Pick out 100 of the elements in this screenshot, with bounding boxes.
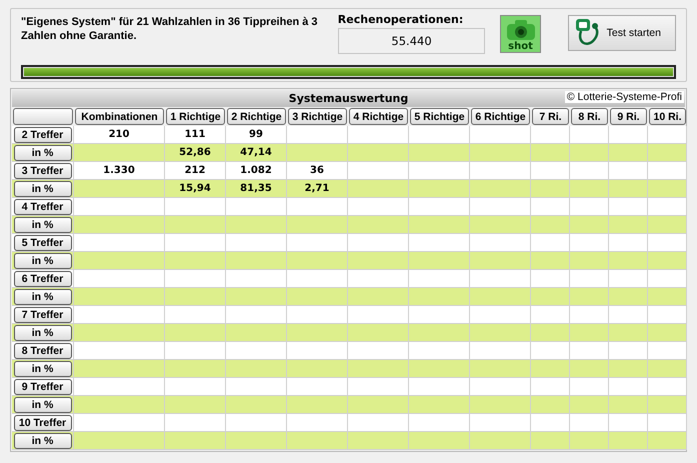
count-cell <box>531 270 570 288</box>
shot-button[interactable]: shot <box>500 15 541 53</box>
copyright-label: © Lotterie-Systeme-Profi <box>564 91 684 103</box>
row-header[interactable]: 10 Treffer <box>14 414 72 430</box>
test-start-button[interactable]: Test starten <box>568 15 676 51</box>
count-cell <box>287 198 348 216</box>
count-cell <box>226 270 287 288</box>
percent-cell <box>648 216 687 234</box>
count-cell <box>409 270 470 288</box>
column-header[interactable]: 4 Richtige <box>349 108 408 125</box>
count-cell <box>409 306 470 324</box>
count-cell <box>470 378 531 396</box>
count-cell <box>348 270 409 288</box>
count-cell <box>409 414 470 432</box>
count-cell <box>165 414 226 432</box>
row-header[interactable]: 5 Treffer <box>14 234 72 250</box>
row-header[interactable]: 7 Treffer <box>14 306 72 322</box>
count-cell <box>648 234 687 252</box>
row-header[interactable]: 3 Treffer <box>14 162 72 178</box>
percent-cell <box>648 396 687 414</box>
row-header[interactable]: in % <box>14 324 72 340</box>
percent-cell <box>470 288 531 306</box>
count-cell <box>470 198 531 216</box>
count-cell <box>287 270 348 288</box>
count-cell <box>570 162 609 180</box>
count-cell <box>165 342 226 360</box>
count-cell <box>226 378 287 396</box>
count-cell <box>165 306 226 324</box>
percent-cell <box>609 396 648 414</box>
percent-cell <box>648 180 687 198</box>
column-header[interactable]: 5 Richtige <box>410 108 469 125</box>
count-cell: 210 <box>74 126 165 144</box>
column-header[interactable]: 6 Richtige <box>471 108 530 125</box>
count-cell: 99 <box>226 126 287 144</box>
count-cell <box>409 162 470 180</box>
row-header[interactable]: 9 Treffer <box>14 378 72 394</box>
row-header[interactable]: 6 Treffer <box>14 270 72 286</box>
count-cell <box>165 270 226 288</box>
percent-cell <box>226 432 287 450</box>
percent-cell <box>409 252 470 270</box>
column-header[interactable]: 7 Ri. <box>532 108 569 125</box>
row-header[interactable]: in % <box>14 432 72 448</box>
count-cell <box>348 198 409 216</box>
row-header[interactable]: in % <box>14 396 72 412</box>
count-cell: 111 <box>165 126 226 144</box>
percent-cell <box>570 144 609 162</box>
percent-cell <box>226 216 287 234</box>
row-header[interactable]: in % <box>14 288 72 304</box>
percent-cell <box>165 216 226 234</box>
percent-cell <box>470 324 531 342</box>
percent-cell <box>226 252 287 270</box>
column-header[interactable]: 8 Ri. <box>571 108 608 125</box>
percent-cell <box>287 144 348 162</box>
percent-cell <box>287 288 348 306</box>
percent-cell <box>165 360 226 378</box>
count-cell <box>570 342 609 360</box>
count-cell <box>648 270 687 288</box>
column-header[interactable]: 10 Ri. <box>649 108 686 125</box>
percent-cell <box>531 144 570 162</box>
percent-cell <box>570 216 609 234</box>
percent-cell <box>470 252 531 270</box>
count-cell <box>570 126 609 144</box>
percent-cell <box>648 288 687 306</box>
column-header[interactable]: Kombinationen <box>75 108 164 125</box>
percent-cell: 2,71 <box>287 180 348 198</box>
percent-cell <box>609 180 648 198</box>
percent-cell <box>648 432 687 450</box>
row-header[interactable]: in % <box>14 216 72 232</box>
count-cell <box>609 270 648 288</box>
percent-cell <box>648 324 687 342</box>
row-header[interactable]: in % <box>14 252 72 268</box>
count-cell <box>409 342 470 360</box>
row-header[interactable]: 2 Treffer <box>14 126 72 142</box>
column-header[interactable]: 1 Richtige <box>166 108 225 125</box>
column-header[interactable]: 9 Ri. <box>610 108 647 125</box>
percent-cell <box>531 396 570 414</box>
count-cell <box>531 162 570 180</box>
count-cell <box>609 342 648 360</box>
percent-cell <box>165 324 226 342</box>
row-header[interactable]: 4 Treffer <box>14 198 72 214</box>
count-cell <box>409 234 470 252</box>
count-cell <box>609 162 648 180</box>
system-description: "Eigenes System" für 21 Wahlzahlen in 36 Tippreihen à 3 Zahlen ohne Garantie. <box>21 15 319 43</box>
count-cell <box>226 198 287 216</box>
count-cell <box>470 342 531 360</box>
row-header[interactable]: 8 Treffer <box>14 342 72 358</box>
percent-cell <box>570 180 609 198</box>
percent-cell <box>470 180 531 198</box>
count-cell <box>531 378 570 396</box>
column-header[interactable]: 2 Richtige <box>227 108 286 125</box>
percent-cell <box>409 432 470 450</box>
count-cell <box>531 234 570 252</box>
column-header[interactable]: 3 Richtige <box>288 108 347 125</box>
row-header[interactable]: in % <box>14 144 72 160</box>
row-header[interactable]: in % <box>14 180 72 196</box>
percent-cell <box>531 288 570 306</box>
percent-cell <box>648 144 687 162</box>
row-header[interactable]: in % <box>14 360 72 376</box>
count-cell <box>226 414 287 432</box>
percent-cell <box>531 216 570 234</box>
